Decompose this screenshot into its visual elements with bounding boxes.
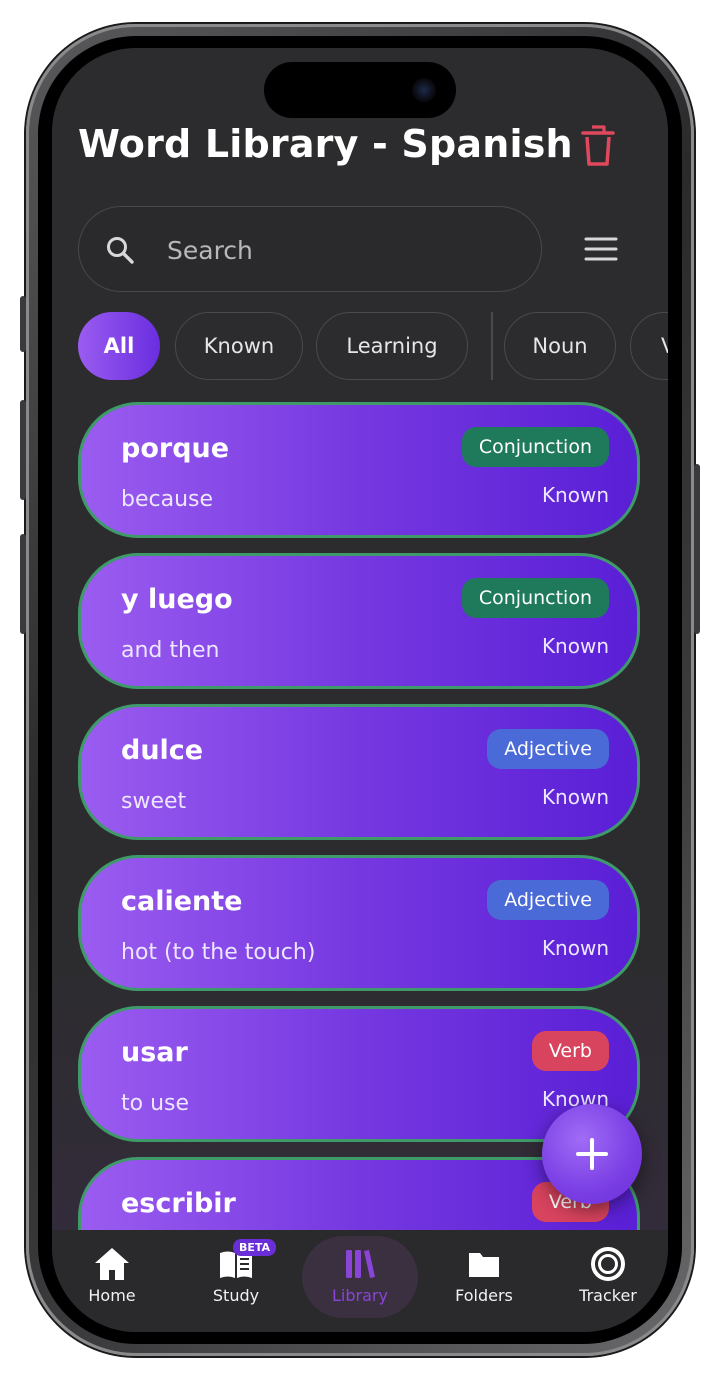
word-text: escribir [121,1188,236,1219]
nav-label: Study [212,1286,260,1305]
filter-divider [491,312,493,380]
word-type-badge: Conjunction [461,427,609,467]
word-status: Known [541,634,609,658]
word-card[interactable]: porque because Conjunction Known [78,402,640,538]
word-card[interactable]: y luego and then Conjunction Known [78,553,640,689]
chip-label: V [661,334,668,358]
front-camera [412,78,436,102]
trash-icon [581,125,615,166]
word-status: Known [541,936,609,960]
search-icon [107,237,134,264]
word-text: dulce [121,735,204,766]
word-type-badge: Verb [531,1031,609,1071]
volume-up-button [20,400,26,500]
filter-chips: All Known Learning Noun V [78,312,668,382]
nav-label: Home [88,1286,136,1305]
word-status: Known [541,483,609,507]
volume-down-button [20,534,26,634]
tracker-icon [589,1246,627,1282]
nav-tracker[interactable]: Tracker [548,1230,668,1322]
filter-chip-learning[interactable]: Learning [316,312,468,380]
chip-label: Noun [532,334,588,358]
filter-chip-all[interactable]: All [78,312,160,380]
word-meaning: hot (to the touch) [121,940,316,965]
nav-folders[interactable]: Folders [424,1230,544,1322]
nav-label: Folders [455,1286,513,1305]
delete-button[interactable] [580,124,616,168]
word-type-badge: Conjunction [461,578,609,618]
word-card[interactable]: dulce sweet Adjective Known [78,704,640,840]
word-meaning: sweet [121,789,187,814]
word-meaning: to use [121,1091,190,1116]
word-status: Known [541,785,609,809]
nav-home[interactable]: Home [52,1230,172,1322]
word-meaning: because [121,487,214,512]
chip-label: All [103,334,135,358]
search-bar[interactable] [78,206,542,293]
word-list: porque because Conjunction Known y luego… [78,402,642,1232]
hamburger-menu-icon [584,237,618,261]
nav-label: Library [332,1286,388,1305]
word-card[interactable]: caliente hot (to the touch) Adjective Kn… [78,855,640,991]
app-screen: Word Library - Spanish All Known Learnin… [52,48,668,1332]
word-meaning: and then [121,638,220,663]
word-text: usar [121,1037,188,1068]
nav-library[interactable]: Library [300,1230,420,1322]
chip-label: Known [203,334,275,358]
filter-chip-noun[interactable]: Noun [504,312,616,380]
nav-label: Tracker [579,1286,637,1305]
folder-icon [465,1246,503,1282]
library-icon [341,1246,379,1282]
beta-badge: BETA [233,1239,277,1256]
power-button [694,464,700,634]
sort-menu-button[interactable] [584,236,618,262]
bottom-nav: Home BETA Study Library Folders Tracker [52,1230,668,1332]
home-icon [93,1246,131,1282]
word-text: y luego [121,584,233,615]
search-input[interactable] [165,207,509,293]
filter-chip-verb[interactable]: V [630,312,668,380]
word-text: porque [121,433,230,464]
action-button [20,296,26,352]
word-type-badge: Adjective [487,729,609,769]
dynamic-island [264,62,456,118]
page-title: Word Library - Spanish [78,122,573,166]
add-word-button[interactable] [542,1104,642,1204]
word-text: caliente [121,886,243,917]
chip-label: Learning [346,334,438,358]
filter-chip-known[interactable]: Known [175,312,303,380]
plus-icon [576,1138,608,1170]
word-type-badge: Adjective [487,880,609,920]
